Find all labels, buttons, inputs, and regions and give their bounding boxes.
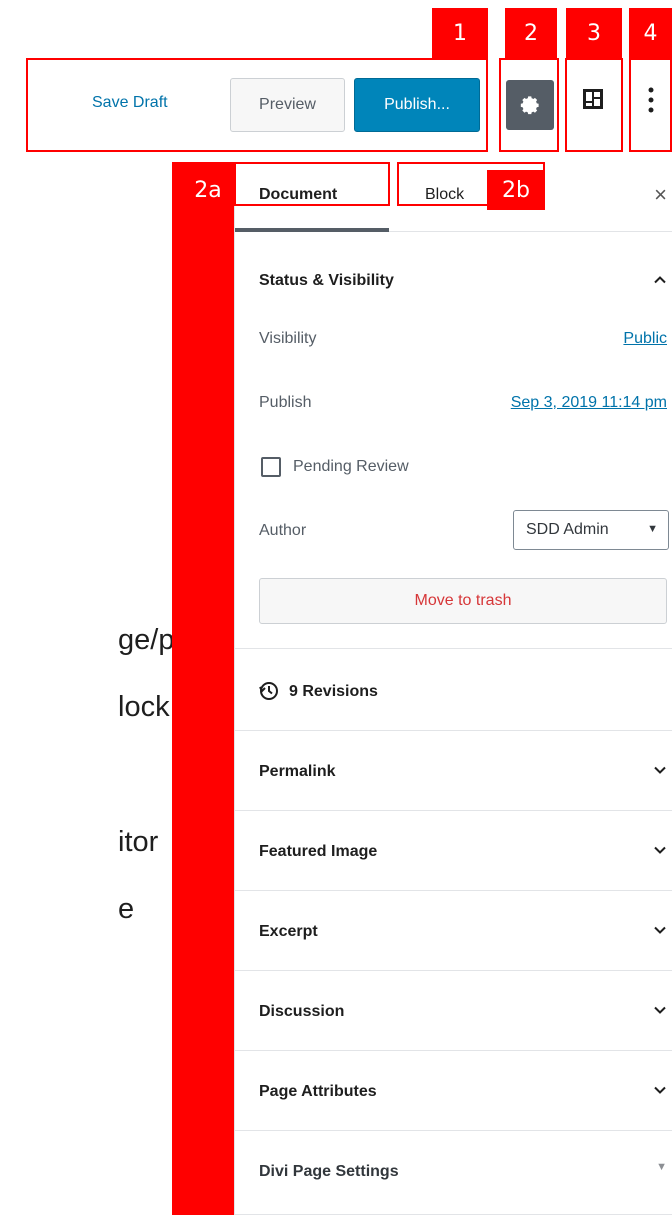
- annotation-badge-2a: 2a: [194, 177, 222, 203]
- background-text-4: e: [118, 893, 135, 925]
- annotation-outline-3: [565, 58, 623, 152]
- publish-date-link[interactable]: Sep 3, 2019 11:14 pm: [511, 394, 667, 412]
- panel-title-featured-image: Featured Image: [259, 843, 378, 860]
- visibility-label: Visibility: [259, 330, 317, 347]
- annotation-badge-1: 1: [432, 8, 488, 58]
- caret-down-icon: ▼: [647, 523, 658, 535]
- annotation-outline-4: [629, 58, 672, 152]
- background-text-2: lock.: [118, 691, 178, 723]
- annotation-badge-4: 4: [629, 8, 672, 58]
- annotation-outline-2: [499, 58, 559, 152]
- author-label: Author: [259, 522, 307, 539]
- panel-title-status-visibility[interactable]: Status & Visibility: [259, 272, 394, 290]
- panel-title-permalink: Permalink: [259, 763, 336, 780]
- panel-title-discussion: Discussion: [259, 1003, 345, 1020]
- publish-label: Publish: [259, 394, 312, 411]
- pending-review-checkbox[interactable]: [261, 457, 281, 477]
- panel-title-divi-page-settings: Divi Page Settings: [259, 1163, 399, 1180]
- author-select[interactable]: SDD Admin ▼: [513, 510, 669, 550]
- history-icon: [259, 682, 278, 700]
- chevron-down-icon: [654, 1006, 666, 1014]
- annotation-badge-2b: 2b: [487, 170, 545, 210]
- revisions-label: 9 Revisions: [289, 683, 378, 700]
- panel-title-excerpt: Excerpt: [259, 923, 318, 940]
- triangle-down-icon: ▼: [656, 1161, 667, 1173]
- status-visibility-panel: Status & Visibility Visibility Public Pu…: [235, 232, 672, 648]
- settings-sidebar: Document Block × Status & Visibility Vis…: [234, 162, 672, 1215]
- panel-divi-page-settings[interactable]: Divi Page Settings ▼: [235, 1130, 672, 1215]
- panel-permalink[interactable]: Permalink: [235, 730, 672, 810]
- annotation-outline-1: [26, 58, 488, 152]
- visibility-link[interactable]: Public: [623, 330, 667, 348]
- move-to-trash-button[interactable]: Move to trash: [259, 578, 667, 624]
- close-sidebar-button[interactable]: ×: [654, 182, 667, 208]
- panel-title-page-attributes: Page Attributes: [259, 1083, 377, 1100]
- annotation-outline-2a: [234, 162, 390, 206]
- author-select-value: SDD Admin: [526, 521, 609, 538]
- pending-review-label: Pending Review: [293, 458, 409, 475]
- annotation-badge-3: 3: [566, 8, 622, 58]
- chevron-down-icon: [654, 846, 666, 854]
- chevron-down-icon: [654, 926, 666, 934]
- panel-page-attributes[interactable]: Page Attributes: [235, 1050, 672, 1130]
- panel-discussion[interactable]: Discussion: [235, 970, 672, 1050]
- annotation-badge-2: 2: [505, 8, 557, 58]
- chevron-up-icon[interactable]: [653, 273, 667, 287]
- panel-excerpt[interactable]: Excerpt: [235, 890, 672, 970]
- revisions-row[interactable]: 9 Revisions: [235, 648, 672, 730]
- chevron-down-icon: [654, 766, 666, 774]
- background-text-3: itor: [118, 826, 159, 858]
- chevron-down-icon: [654, 1086, 666, 1094]
- panel-featured-image[interactable]: Featured Image: [235, 810, 672, 890]
- red-band: [172, 162, 234, 1215]
